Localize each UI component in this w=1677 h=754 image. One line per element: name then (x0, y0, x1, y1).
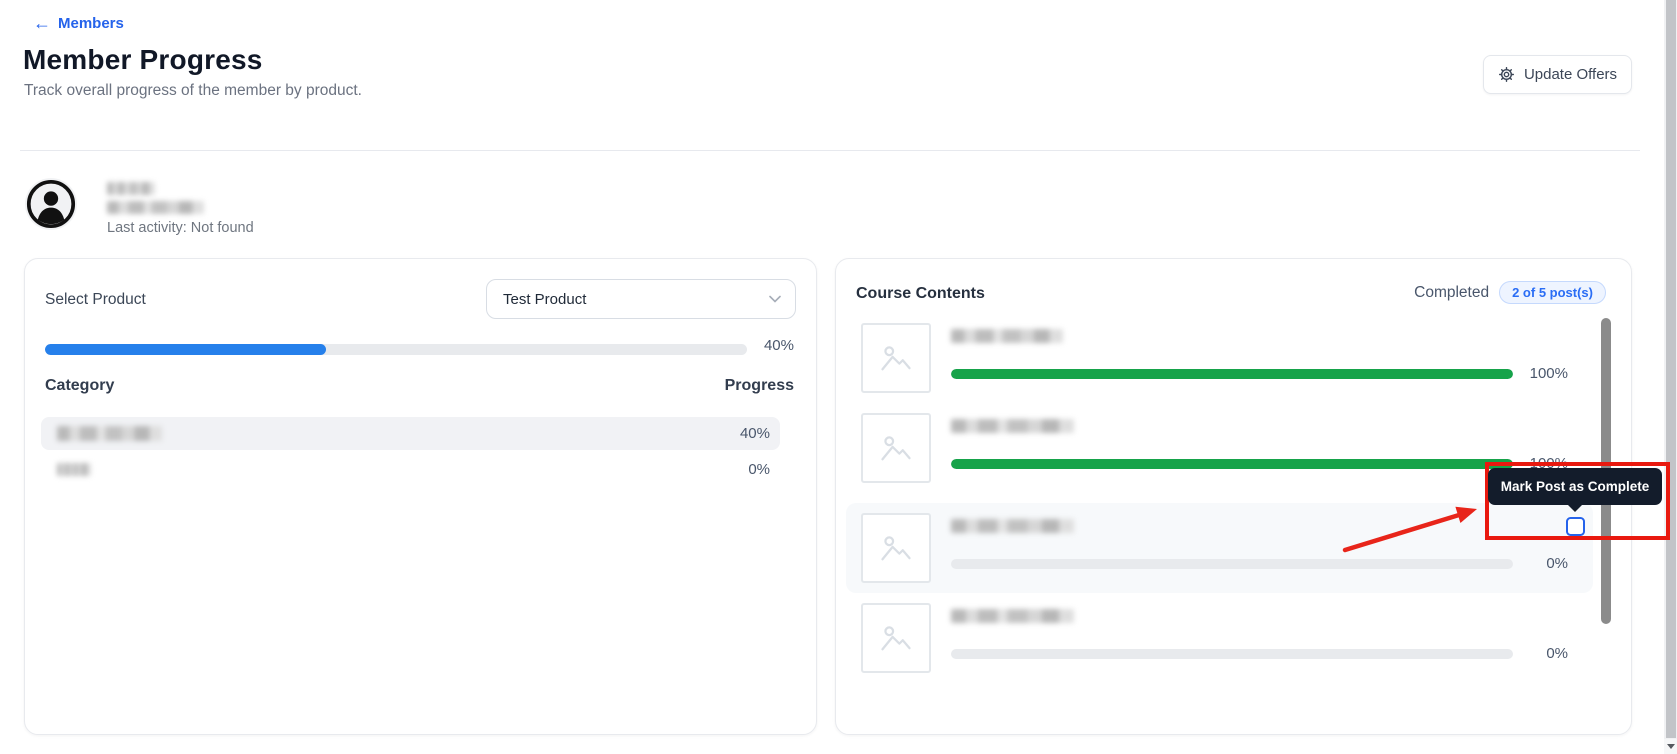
member-progress-page: ← Members Member Progress Track overall … (0, 0, 1677, 754)
course-item-row[interactable]: 100% (846, 403, 1593, 493)
overall-progress-fill (45, 344, 326, 355)
post-progress-bar (951, 369, 1513, 379)
post-progress-value: 0% (1513, 645, 1568, 662)
mark-post-complete-tooltip: Mark Post as Complete (1488, 468, 1662, 505)
back-to-members-link[interactable]: ← Members (33, 14, 124, 32)
redacted-post-title (951, 419, 1074, 433)
annotation-arrow (1335, 498, 1490, 558)
chevron-down-icon (769, 295, 781, 303)
post-progress-bar (951, 649, 1513, 659)
scroll-down-arrow-icon (1667, 744, 1675, 749)
category-table-row: 0% (41, 455, 780, 485)
redacted-category-name (57, 426, 162, 441)
category-table-row: 40% (41, 417, 780, 450)
post-progress-value: 100% (1513, 365, 1568, 382)
tooltip-label: Mark Post as Complete (1501, 479, 1650, 494)
last-activity-text: Last activity: Not found (107, 220, 254, 236)
post-progress-fill (951, 369, 1513, 379)
post-progress-bar (951, 559, 1513, 569)
image-placeholder-icon (861, 603, 931, 673)
redacted-post-title (951, 609, 1074, 623)
redacted-member-email (107, 201, 204, 214)
member-avatar (25, 178, 77, 230)
scrollbar-down-button[interactable] (1664, 739, 1677, 754)
product-select-value: Test Product (503, 291, 586, 308)
post-progress-fill (951, 459, 1513, 469)
page-scrollbar[interactable] (1664, 0, 1677, 754)
redacted-member-name (107, 182, 155, 195)
redacted-post-title (951, 329, 1063, 343)
course-item-row[interactable]: 0% (846, 593, 1593, 683)
post-progress-value: 0% (1513, 555, 1568, 572)
completed-count-badge: 2 of 5 post(s) (1499, 281, 1606, 304)
category-progress-value: 0% (748, 455, 770, 485)
course-contents-title: Course Contents (856, 285, 985, 303)
completed-summary: Completed 2 of 5 post(s) (1414, 281, 1606, 304)
page-subtitle: Track overall progress of the member by … (24, 82, 362, 100)
overall-progress-bar (45, 344, 747, 355)
product-progress-card: Select Product Test Product 40% Category… (24, 258, 817, 735)
update-offers-label: Update Offers (1524, 66, 1617, 83)
redacted-post-title (951, 519, 1074, 533)
gear-icon (1498, 66, 1515, 83)
image-placeholder-icon (861, 513, 931, 583)
image-placeholder-icon (861, 323, 931, 393)
category-column-header: Category (45, 377, 114, 395)
overall-progress-value: 40% (739, 337, 794, 354)
course-item-row[interactable]: 100% (846, 313, 1593, 403)
completed-label: Completed (1414, 284, 1489, 302)
update-offers-button[interactable]: Update Offers (1483, 55, 1632, 94)
mark-post-complete-checkbox[interactable] (1566, 517, 1585, 536)
back-arrow-icon: ← (33, 14, 51, 32)
page-title: Member Progress (23, 44, 263, 76)
redacted-category-name (57, 463, 91, 476)
image-placeholder-icon (861, 413, 931, 483)
header-divider (20, 150, 1640, 151)
user-circle-icon (25, 217, 77, 234)
select-product-label: Select Product (45, 291, 146, 309)
progress-column-header: Progress (625, 377, 794, 395)
category-progress-value: 40% (740, 417, 770, 450)
page-scrollbar-thumb[interactable] (1666, 0, 1676, 738)
post-progress-bar (951, 459, 1513, 469)
back-link-label: Members (58, 15, 124, 32)
product-select[interactable]: Test Product (486, 279, 796, 319)
